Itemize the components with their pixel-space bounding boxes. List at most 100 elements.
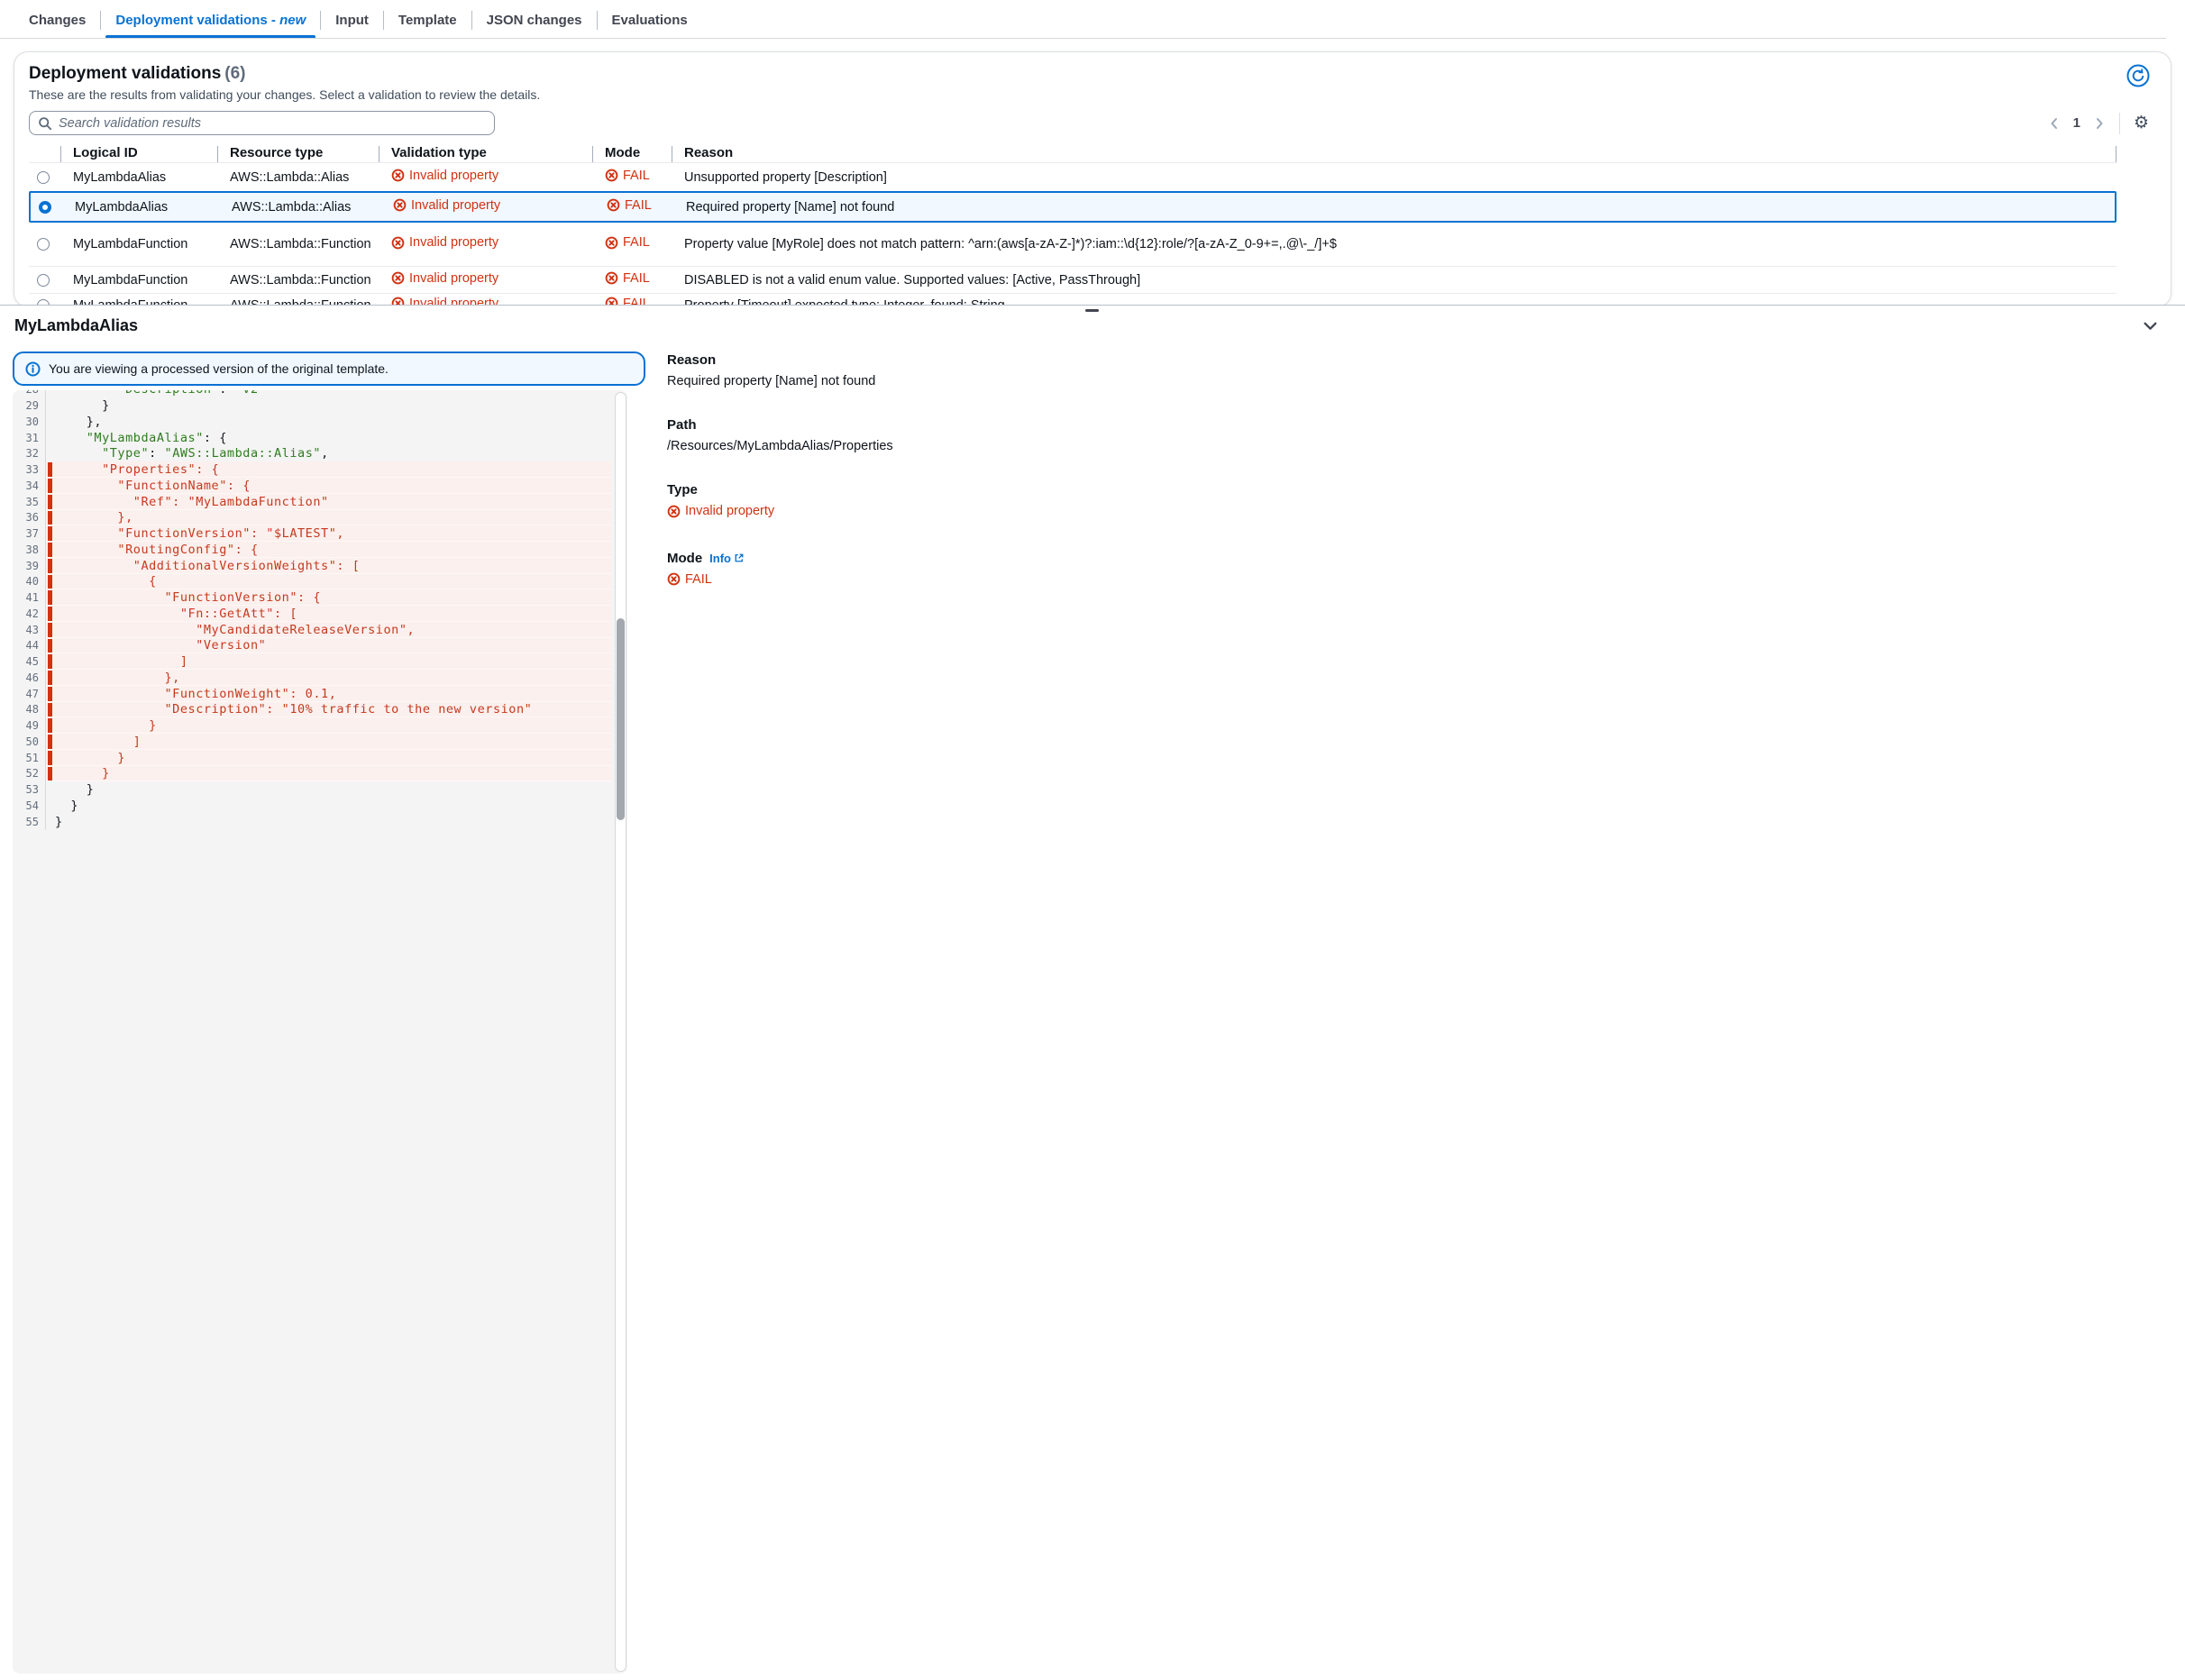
resource-type-cell: AWS::Lambda::Function — [217, 237, 379, 251]
collapse-panel-button[interactable] — [2139, 315, 2162, 337]
error-icon — [391, 169, 405, 182]
row-radio-button[interactable] — [37, 274, 50, 287]
code-line-text: "FunctionVersion": "$LATEST", — [45, 525, 611, 542]
line-number: 29 — [13, 399, 45, 412]
code-line-text: ] — [45, 734, 611, 750]
tab-template[interactable]: Template — [384, 0, 471, 40]
code-line: 53 } — [13, 781, 611, 798]
table-row[interactable]: MyLambdaFunction AWS::Lambda::Function I… — [29, 266, 2116, 293]
error-icon — [605, 236, 618, 250]
logical-id-cell: MyLambdaAlias — [62, 200, 219, 215]
error-icon — [607, 198, 620, 212]
code-line-text: } — [45, 750, 611, 766]
preferences-button[interactable]: ⚙ — [2132, 114, 2151, 132]
scrollbar-thumb[interactable] — [617, 618, 625, 820]
table-row[interactable]: MyLambdaAlias AWS::Lambda::Alias Invalid… — [29, 191, 2116, 223]
line-number: 28 — [13, 390, 45, 396]
chevron-right-icon — [2093, 117, 2106, 130]
row-radio-button[interactable] — [37, 171, 50, 184]
current-page-number[interactable]: 1 — [2071, 115, 2083, 131]
line-number: 38 — [13, 543, 45, 556]
tab-label: Template — [398, 13, 457, 28]
code-line: 40 { — [13, 574, 611, 590]
split-panel-title: MyLambdaAlias — [14, 316, 138, 335]
code-line: 34 "FunctionName": { — [13, 478, 611, 494]
column-header-validation-type[interactable]: Validation type — [379, 145, 592, 160]
line-number: 33 — [13, 463, 45, 476]
resource-type-cell: AWS::Lambda::Alias — [217, 170, 379, 185]
code-line: 43 "MyCandidateReleaseVersion", — [13, 622, 611, 638]
split-panel-drag-handle[interactable] — [1085, 309, 1099, 312]
line-number: 35 — [13, 496, 45, 508]
code-line: 45 ] — [13, 653, 611, 670]
validation-type-cell: Invalid property — [379, 169, 592, 187]
code-line-text: } — [45, 814, 611, 830]
line-number: 39 — [13, 560, 45, 572]
code-line: 30 }, — [13, 414, 611, 430]
tab-changes[interactable]: Changes — [14, 0, 100, 40]
code-line-text: "FunctionName": { — [45, 478, 611, 494]
reason-cell: Unsupported property [Description] — [672, 169, 2116, 186]
previous-page-button[interactable] — [2046, 115, 2062, 132]
tab-deployment-validations[interactable]: Deployment validations - new — [101, 0, 320, 40]
code-line-text: "FunctionWeight": 0.1, — [45, 686, 611, 702]
tab-label: Evaluations — [612, 13, 688, 28]
alert-message: You are viewing a processed version of t… — [49, 361, 389, 376]
line-number: 43 — [13, 624, 45, 636]
line-number: 31 — [13, 432, 45, 444]
code-line-text: "Description": "10% traffic to the new v… — [45, 702, 611, 718]
search-box — [29, 111, 495, 135]
code-line-text: }, — [45, 510, 611, 526]
code-line: 28 "Description": "v2" — [13, 390, 611, 397]
resource-type-cell: AWS::Lambda::Function — [217, 273, 379, 288]
refresh-button[interactable] — [2126, 64, 2150, 87]
code-line-text: "RoutingConfig": { — [45, 542, 611, 558]
table-row[interactable]: MyLambdaFunction AWS::Lambda::Function I… — [29, 223, 2116, 266]
code-line-text: } — [45, 717, 611, 734]
line-number: 47 — [13, 688, 45, 700]
column-header-reason[interactable]: Reason — [672, 145, 2116, 160]
code-line-text: "Version" — [45, 638, 611, 654]
line-number: 51 — [13, 752, 45, 764]
page-title: Deployment validations(6) — [29, 64, 540, 84]
tab-label: Input — [335, 13, 369, 28]
code-line-text: "Description": "v2" — [45, 390, 611, 397]
error-icon — [667, 572, 681, 586]
search-input[interactable] — [59, 116, 486, 131]
line-number: 48 — [13, 703, 45, 716]
tab-json-changes[interactable]: JSON changes — [472, 0, 597, 40]
next-page-button[interactable] — [2091, 115, 2107, 132]
tab-input[interactable]: Input — [321, 0, 383, 40]
row-radio-button[interactable] — [37, 238, 50, 251]
code-line-text: "Properties": { — [45, 461, 611, 478]
column-header-logical-id[interactable]: Logical ID — [60, 145, 217, 160]
chevron-down-icon — [2143, 318, 2158, 333]
mode-cell: FAIL — [592, 235, 672, 253]
column-header-mode[interactable]: Mode — [592, 145, 672, 160]
tabs-bottom-border — [0, 38, 2166, 39]
error-icon — [605, 271, 618, 285]
row-radio-button[interactable] — [39, 201, 51, 214]
code-line: 38 "RoutingConfig": { — [13, 542, 611, 558]
code-line: 50 ] — [13, 734, 611, 750]
mode-cell: FAIL — [592, 271, 672, 289]
mode-info-link[interactable]: Info — [709, 552, 745, 565]
code-line: 47 "FunctionWeight": 0.1, — [13, 686, 611, 702]
line-number: 50 — [13, 735, 45, 748]
code-line: 55 } — [13, 814, 611, 830]
template-code-viewer[interactable]: 28 "Description": "v2" 29 } 30 }, 31 "My… — [13, 390, 627, 1674]
code-line-text: "Type": "AWS::Lambda::Alias", — [45, 446, 611, 462]
table-row[interactable]: MyLambdaAlias AWS::Lambda::Alias Invalid… — [29, 162, 2116, 191]
code-line: 44 "Version" — [13, 638, 611, 654]
code-line-text: } — [45, 781, 611, 798]
tab-evaluations[interactable]: Evaluations — [598, 0, 702, 40]
code-lines: 28 "Description": "v2" 29 } 30 }, 31 "My… — [13, 390, 611, 830]
tab-label: Deployment validations - new — [115, 13, 306, 28]
code-line: 36 }, — [13, 510, 611, 526]
code-line-text: "AdditionalVersionWeights": [ — [45, 558, 611, 574]
code-line: 32 "Type": "AWS::Lambda::Alias", — [13, 446, 611, 462]
logical-id-cell: MyLambdaFunction — [60, 273, 217, 288]
table-header-row: Logical ID Resource type Validation type… — [29, 142, 2116, 162]
line-number: 54 — [13, 799, 45, 812]
column-header-resource-type[interactable]: Resource type — [217, 145, 379, 160]
